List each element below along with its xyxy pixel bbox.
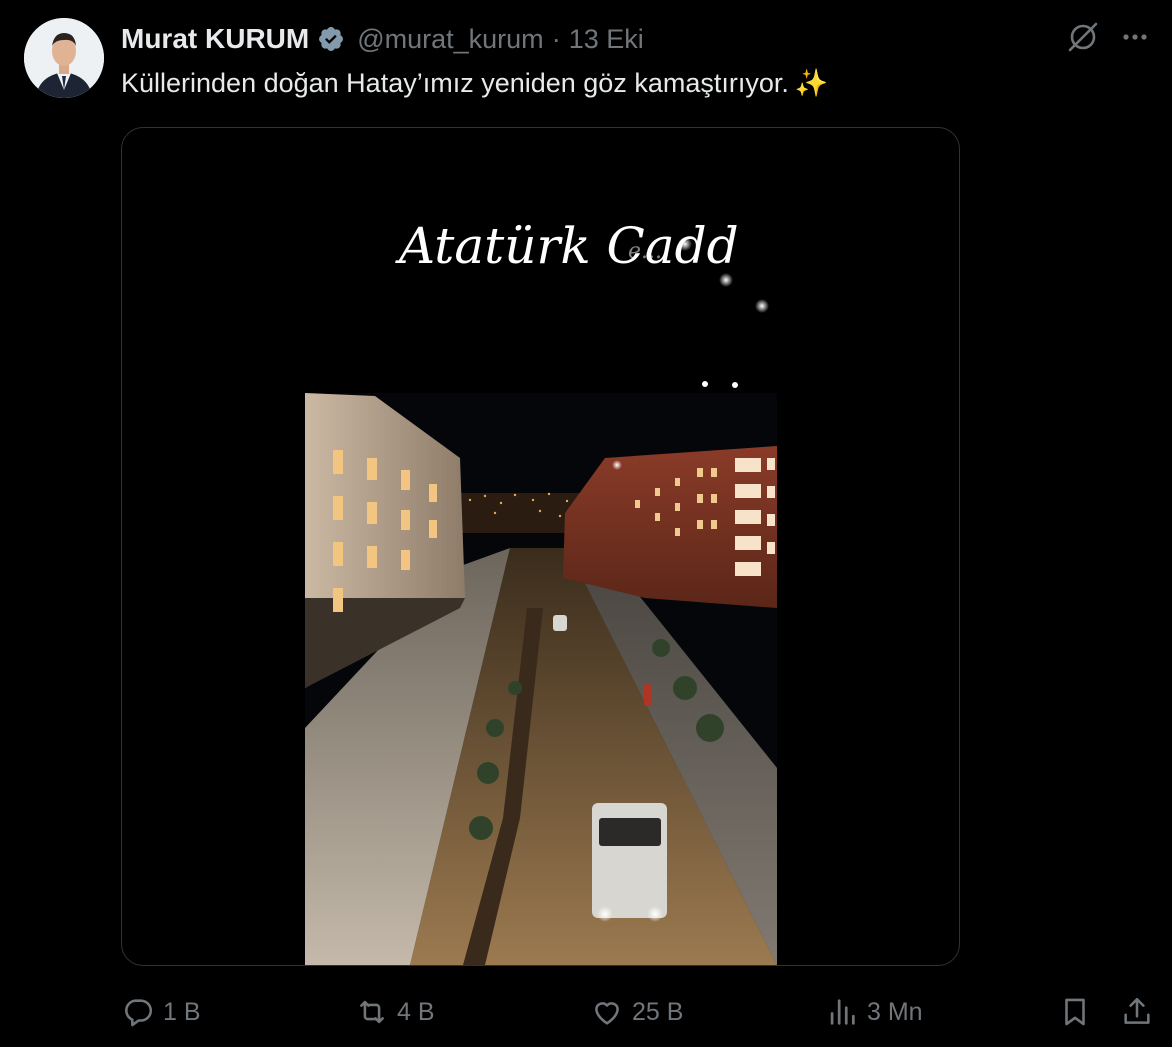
avatar-image <box>24 18 104 98</box>
views-icon <box>830 999 855 1025</box>
tweet-text: Küllerinden doğan Hatay’ımız yeniden göz… <box>121 64 828 102</box>
author-name[interactable]: Murat KURUM <box>121 23 309 55</box>
reply-button[interactable]: 1 B <box>121 990 201 1034</box>
reply-count: 1 B <box>163 997 201 1026</box>
bookmark-button[interactable] <box>1058 990 1092 1034</box>
verified-badge-icon[interactable] <box>317 25 345 53</box>
tweet-media[interactable]: Atatürk Cadd e... <box>121 127 960 966</box>
video-frame[interactable]: Atatürk Cadd e... <box>305 128 777 965</box>
like-count: 25 B <box>632 997 684 1026</box>
repost-button[interactable]: 4 B <box>355 990 435 1034</box>
avatar[interactable] <box>24 18 104 98</box>
reply-icon <box>125 999 153 1027</box>
separator-dot: · <box>551 23 561 54</box>
share-icon <box>1124 997 1150 1024</box>
bookmark-icon <box>1065 998 1085 1026</box>
top-actions <box>1066 20 1152 54</box>
action-bar: 1 B 4 B 25 B 3 Mn <box>0 990 1172 1034</box>
tweet-header: Murat KURUM @murat_kurum · 13 Eki <box>121 20 644 58</box>
tweet-body: Küllerinden doğan Hatay’ımız yeniden göz… <box>121 68 789 98</box>
grok-icon[interactable] <box>1066 20 1100 54</box>
repost-icon <box>360 1000 384 1024</box>
overlay-fading-text: e... <box>628 239 662 264</box>
tweet-date[interactable]: 13 Eki <box>569 24 644 55</box>
like-button[interactable]: 25 B <box>590 990 683 1034</box>
views-button[interactable]: 3 Mn <box>825 990 923 1034</box>
view-count: 3 Mn <box>867 997 923 1026</box>
repost-count: 4 B <box>397 997 435 1026</box>
like-icon <box>595 1002 619 1025</box>
more-icon[interactable] <box>1118 20 1152 54</box>
sparkles-emoji: ✨ <box>794 68 829 98</box>
author-handle[interactable]: @murat_kurum <box>357 24 543 55</box>
share-button[interactable] <box>1120 990 1154 1034</box>
